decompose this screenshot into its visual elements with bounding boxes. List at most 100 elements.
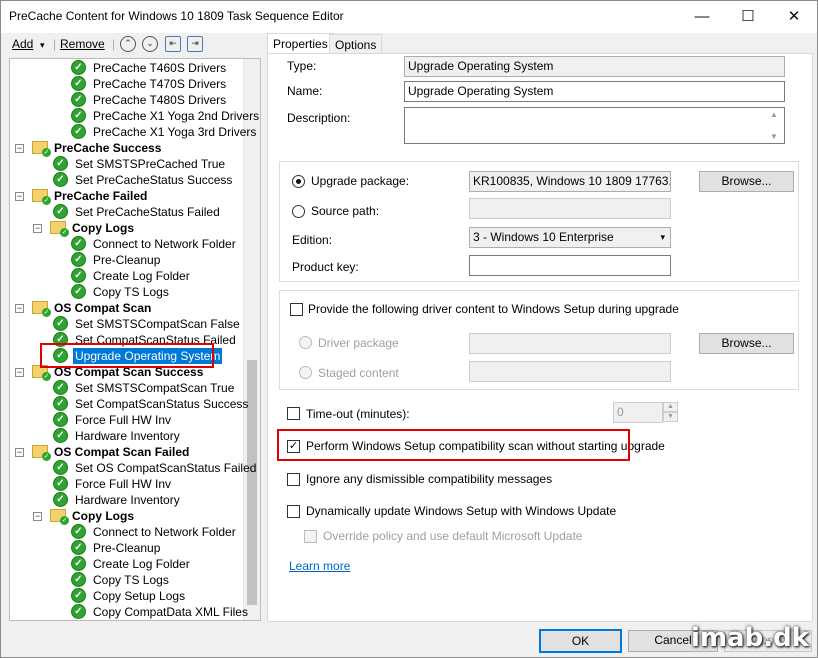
name-field[interactable]: Upgrade Operating System	[404, 81, 785, 102]
tree-node-label: Set PreCacheStatus Success	[75, 173, 233, 187]
success-check-icon: ✓	[53, 172, 68, 187]
collapse-icon[interactable]: −	[15, 368, 24, 377]
tree-node-label: PreCache X1 Yoga 3rd Drivers	[93, 125, 257, 139]
staged-content-radio[interactable]	[299, 366, 312, 379]
success-check-icon: ✓	[71, 108, 86, 123]
folder-icon	[32, 301, 51, 317]
success-check-icon: ✓	[71, 60, 86, 75]
tree-selection-highlight	[40, 343, 214, 368]
close-button[interactable]: ✕	[771, 1, 817, 32]
add-button[interactable]: Add	[12, 37, 33, 51]
upgrade-package-label: Upgrade package:	[311, 174, 410, 188]
folder-icon	[50, 221, 69, 237]
timeout-checkbox[interactable]	[287, 407, 300, 420]
driver-package-radio[interactable]	[299, 336, 312, 349]
success-check-icon: ✓	[71, 524, 86, 539]
ungroup-icon[interactable]: ⇤	[165, 36, 181, 52]
type-field: Upgrade Operating System	[404, 56, 785, 77]
edition-select[interactable]: 3 - Windows 10 Enterprise ▾	[469, 227, 671, 248]
tree-node-label: Hardware Inventory	[75, 429, 180, 443]
minimize-button[interactable]: —	[679, 1, 725, 32]
remove-button[interactable]: Remove	[60, 37, 105, 51]
driver-package-field[interactable]	[469, 333, 671, 354]
tree-node-label: Hardware Inventory	[75, 493, 180, 507]
tab-options[interactable]: Options	[329, 34, 383, 53]
product-key-field[interactable]	[469, 255, 671, 276]
source-path-radio[interactable]	[292, 205, 305, 218]
browse-driver-package-button[interactable]: Browse...	[699, 333, 794, 354]
group-icon[interactable]: ⇥	[187, 36, 203, 52]
description-field[interactable]	[404, 107, 785, 144]
tree-node-label: OS Compat Scan	[54, 301, 152, 315]
toolbar-divider: |	[112, 37, 116, 51]
folder-icon	[32, 141, 51, 157]
timeout-label: Time-out (minutes):	[306, 407, 410, 421]
success-check-icon: ✓	[71, 540, 86, 555]
success-check-icon: ✓	[53, 380, 68, 395]
staged-content-label: Staged content	[318, 366, 399, 380]
success-check-icon: ✓	[71, 556, 86, 571]
tab-strip: Properties Options	[267, 33, 813, 54]
tree-node-label: PreCache X1 Yoga 2nd Drivers	[93, 109, 260, 123]
timeout-up-icon[interactable]: ▲	[663, 402, 678, 412]
timeout-field[interactable]: 0	[613, 402, 663, 423]
description-scroll-icon[interactable]: ▲ ▼	[770, 109, 778, 142]
source-path-field[interactable]	[469, 198, 671, 219]
browse-upgrade-package-button[interactable]: Browse...	[699, 171, 794, 192]
move-down-icon[interactable]: ⌄	[142, 36, 158, 52]
success-check-icon: ✓	[53, 428, 68, 443]
learn-more-link[interactable]: Learn more	[289, 559, 350, 573]
driver-content-checkbox[interactable]	[290, 303, 303, 316]
success-check-icon: ✓	[71, 268, 86, 283]
tree-scrollbar[interactable]	[243, 59, 260, 620]
tab-properties[interactable]: Properties	[267, 33, 334, 54]
tree-node-label: Pre-Cleanup	[93, 541, 161, 555]
watermark: imab.dk	[691, 623, 809, 653]
source-path-label: Source path:	[311, 204, 380, 218]
upgrade-package-radio[interactable]	[292, 175, 305, 188]
move-up-icon[interactable]: ⌃	[120, 36, 136, 52]
override-policy-checkbox[interactable]	[304, 530, 317, 543]
ignore-messages-label: Ignore any dismissible compatibility mes…	[306, 472, 553, 486]
type-label: Type:	[287, 59, 317, 73]
window-title: PreCache Content for Windows 10 1809 Tas…	[9, 9, 344, 23]
tree-node-label: Copy CompatData XML Files	[93, 605, 248, 619]
collapse-icon[interactable]: −	[33, 512, 42, 521]
task-sequence-tree[interactable]: ✓ PreCache T460S Drivers ✓ PreCache T470S D…	[9, 58, 261, 621]
success-check-icon: ✓	[71, 124, 86, 139]
tree-node-label: Force Full HW Inv	[75, 477, 172, 491]
success-check-icon: ✓	[71, 572, 86, 587]
collapse-icon[interactable]: −	[15, 192, 24, 201]
tree-node-label: PreCache T460S Drivers	[93, 61, 227, 75]
tree-node-label: PreCache Success	[54, 141, 162, 155]
success-check-icon: ✓	[53, 316, 68, 331]
tree-node-label: Create Log Folder	[93, 557, 190, 571]
toolbar-divider: |	[53, 37, 57, 51]
success-check-icon: ✓	[53, 476, 68, 491]
edition-label: Edition:	[292, 233, 333, 247]
dynamic-update-checkbox[interactable]	[287, 505, 300, 518]
override-policy-label: Override policy and use default Microsof…	[323, 529, 583, 543]
collapse-icon[interactable]: −	[33, 224, 42, 233]
tree-node-label: Set OS CompatScanStatus Failed	[75, 461, 257, 475]
tree-node-label: Copy TS Logs	[93, 573, 169, 587]
tree-node-label: Set PreCacheStatus Failed	[75, 205, 220, 219]
tree-node-label: Pre-Cleanup	[93, 253, 161, 267]
success-check-icon: ✓	[53, 204, 68, 219]
collapse-icon[interactable]: −	[15, 448, 24, 457]
upgrade-package-field: KR100835, Windows 10 1809 17763.503	[469, 171, 671, 192]
toolbar: Add ▾ | Remove | ⌃ ⌄ ⇤ ⇥	[9, 34, 259, 56]
collapse-icon[interactable]: −	[15, 304, 24, 313]
tree-node-label: Set SMSTSCompatScan False	[75, 317, 240, 331]
success-check-icon: ✓	[71, 76, 86, 91]
collapse-icon[interactable]: −	[15, 144, 24, 153]
timeout-down-icon[interactable]: ▼	[663, 412, 678, 422]
folder-icon	[32, 189, 51, 205]
ignore-messages-checkbox[interactable]	[287, 473, 300, 486]
driver-package-label: Driver package	[318, 336, 399, 350]
staged-content-field[interactable]	[469, 361, 671, 382]
ok-button[interactable]: OK	[539, 629, 622, 653]
add-dropdown-icon[interactable]: ▾	[40, 40, 45, 51]
maximize-button[interactable]: ☐	[725, 1, 771, 32]
tree-node-label: Set SMSTSPreCached True	[75, 157, 226, 171]
